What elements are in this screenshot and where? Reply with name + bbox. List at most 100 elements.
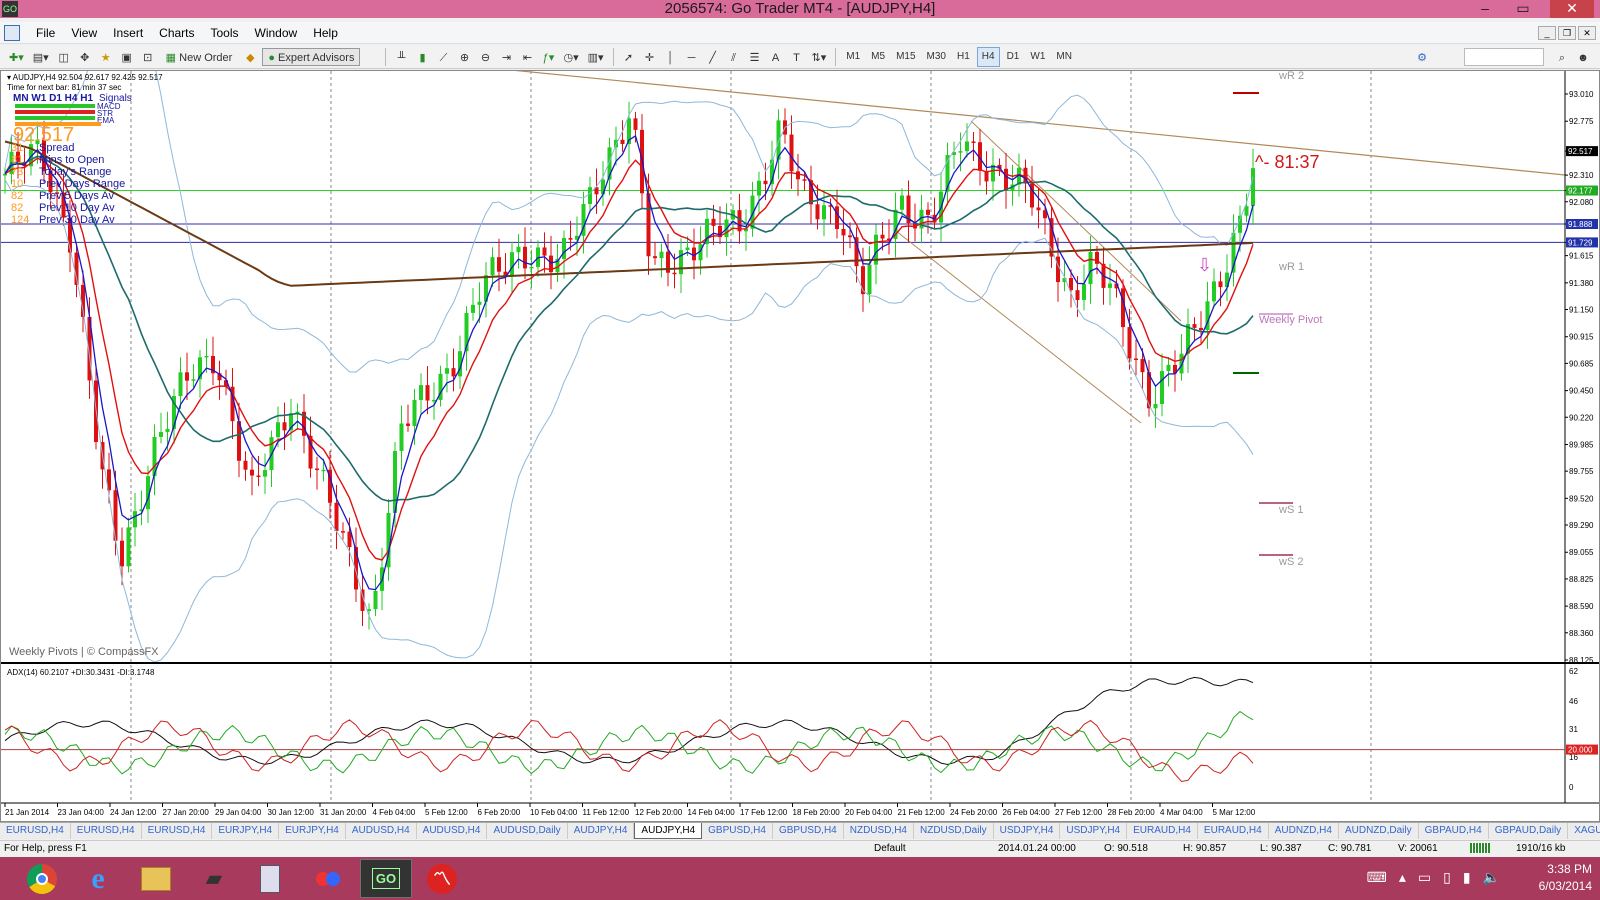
maximize-button[interactable]: ▭ bbox=[1508, 0, 1538, 18]
strategy-tester-icon[interactable]: ⊡ bbox=[139, 48, 157, 66]
terminal-icon[interactable]: ▣ bbox=[118, 48, 136, 66]
cursor-icon[interactable]: ➚ bbox=[620, 48, 638, 66]
periods-icon[interactable]: ◷▾ bbox=[560, 48, 581, 66]
clock[interactable]: 3:38 PM 6/03/2014 bbox=[1539, 861, 1592, 895]
network-icon[interactable]: ▮ bbox=[1463, 869, 1471, 886]
data-window-icon[interactable]: ✥ bbox=[76, 48, 94, 66]
new-chart-icon[interactable]: ✚▾ bbox=[6, 48, 27, 66]
timeframe-m15[interactable]: M15 bbox=[892, 48, 919, 66]
zoom-in-icon[interactable]: ⊕ bbox=[455, 48, 473, 66]
chart-tab[interactable]: NZDUSD,Daily bbox=[914, 823, 994, 839]
chart-tab[interactable]: EURJPY,H4 bbox=[212, 823, 280, 839]
chart-window-icon[interactable] bbox=[4, 25, 20, 41]
search-input[interactable] bbox=[1464, 47, 1544, 66]
menu-insert[interactable]: Insert bbox=[105, 22, 151, 44]
chart-tab[interactable]: EURAUD,H4 bbox=[1127, 823, 1198, 839]
menu-tools[interactable]: Tools bbox=[203, 22, 247, 44]
chart-tab[interactable]: GBPAUD,Daily bbox=[1489, 823, 1569, 839]
trendline-icon[interactable]: ╱ bbox=[704, 48, 722, 66]
chart-tab[interactable]: XAGUSD,H4 bbox=[1568, 823, 1600, 839]
chart-tab[interactable]: AUDUSD,H4 bbox=[417, 823, 488, 839]
chart-tab[interactable]: GBPUSD,H4 bbox=[773, 823, 844, 839]
menu-help[interactable]: Help bbox=[305, 22, 346, 44]
autoscroll-icon[interactable]: ⇥ bbox=[497, 48, 515, 66]
time-axis-label: 21 Jan 2014 bbox=[5, 808, 50, 817]
chart-tab[interactable]: EURUSD,H4 bbox=[71, 823, 142, 839]
go-trader-icon[interactable]: GO bbox=[360, 859, 412, 898]
tray-expand-icon[interactable]: ▴ bbox=[1399, 869, 1406, 886]
status-profile[interactable]: Default bbox=[874, 843, 906, 854]
templates-icon[interactable]: ▥▾ bbox=[585, 48, 607, 66]
timeframe-mn[interactable]: MN bbox=[1052, 48, 1076, 66]
volume-icon[interactable]: 🔈 bbox=[1483, 869, 1500, 886]
bar-chart-icon[interactable]: ╨ bbox=[392, 48, 410, 66]
zoom-out-icon[interactable]: ⊖ bbox=[476, 48, 494, 66]
timeframe-d1[interactable]: D1 bbox=[1003, 48, 1024, 66]
timeframe-m5[interactable]: M5 bbox=[867, 48, 889, 66]
horizontal-line-icon[interactable]: ─ bbox=[683, 48, 701, 66]
chart-tab[interactable]: AUDUSD,Daily bbox=[487, 823, 568, 839]
new-order-button[interactable]: ▦ New Order bbox=[160, 48, 239, 66]
menu-file[interactable]: File bbox=[28, 22, 63, 44]
menu-view[interactable]: View bbox=[63, 22, 105, 44]
chrome-icon[interactable] bbox=[16, 859, 68, 898]
chart-shift-icon[interactable]: ⇤ bbox=[518, 48, 536, 66]
channel-icon[interactable]: ⫽ bbox=[725, 48, 743, 66]
chart-tab[interactable]: AUDNZD,Daily bbox=[1339, 823, 1419, 839]
menu-charts[interactable]: Charts bbox=[151, 22, 202, 44]
mdi-close-button[interactable]: ✕ bbox=[1578, 26, 1596, 40]
price-chart[interactable]: wR 2 wR 1 Weekly Pivot wS 1 wS 2 ^- 81:37 ⇩ ▾ A… bbox=[1, 71, 1599, 821]
crosshair-icon[interactable]: ✛ bbox=[641, 48, 659, 66]
menu-window[interactable]: Window bbox=[247, 22, 306, 44]
vertical-line-icon[interactable]: │ bbox=[662, 48, 680, 66]
keyboard-icon[interactable]: ⌨ bbox=[1367, 869, 1387, 886]
calculator-icon[interactable] bbox=[244, 859, 296, 898]
chart-tab[interactable]: GBPAUD,H4 bbox=[1419, 823, 1489, 839]
timeframe-m30[interactable]: M30 bbox=[923, 48, 950, 66]
close-button[interactable]: ✕ bbox=[1550, 0, 1594, 18]
chart-tab[interactable]: EURUSD,H4 bbox=[0, 823, 71, 839]
fibonacci-icon[interactable]: ☰ bbox=[746, 48, 764, 66]
text-label-icon[interactable]: T bbox=[788, 48, 806, 66]
line-chart-icon[interactable]: ⟋ bbox=[434, 48, 452, 66]
chart-tab[interactable]: AUDUSD,H4 bbox=[346, 823, 417, 839]
printer-icon[interactable]: ▰ bbox=[188, 859, 240, 898]
profiles-icon[interactable]: ▤▾ bbox=[30, 48, 52, 66]
chart-area[interactable]: wR 2 wR 1 Weekly Pivot wS 1 wS 2 ^- 81:37 ⇩ ▾ A… bbox=[0, 70, 1600, 822]
minimize-button[interactable]: – bbox=[1470, 0, 1500, 18]
chart-tab[interactable]: AUDJPY,H4 bbox=[568, 823, 635, 839]
mdi-minimize-button[interactable]: _ bbox=[1538, 26, 1556, 40]
text-icon[interactable]: A bbox=[767, 48, 785, 66]
power-icon[interactable]: ▯ bbox=[1443, 869, 1451, 886]
timeframe-m1[interactable]: M1 bbox=[842, 48, 864, 66]
metaeditor-icon[interactable]: ◆ bbox=[241, 48, 259, 66]
settings-gear-icon[interactable]: ⚙ bbox=[1413, 48, 1431, 66]
timeframe-h4[interactable]: H4 bbox=[976, 46, 1000, 67]
action-center-icon[interactable]: ▭ bbox=[1418, 869, 1431, 886]
expert-advisors-button[interactable]: ● Expert Advisors bbox=[262, 47, 361, 66]
chart-tab[interactable]: EURUSD,H4 bbox=[142, 823, 213, 839]
chart-tab[interactable]: USDJPY,H4 bbox=[1060, 823, 1128, 839]
internet-explorer-icon[interactable]: e bbox=[72, 859, 124, 898]
chart-tab[interactable]: AUDNZD,H4 bbox=[1269, 823, 1339, 839]
timeframe-w1[interactable]: W1 bbox=[1026, 48, 1049, 66]
chart-tab[interactable]: USDJPY,H4 bbox=[994, 823, 1061, 839]
chart-tab[interactable]: GBPUSD,H4 bbox=[702, 823, 773, 839]
chart-tab[interactable]: AUDJPY,H4 bbox=[634, 823, 703, 839]
chart-tab[interactable]: NZDUSD,H4 bbox=[844, 823, 914, 839]
candlestick-icon[interactable]: ▮ bbox=[413, 48, 431, 66]
mdi-restore-button[interactable]: ❐ bbox=[1558, 26, 1576, 40]
search-icon[interactable]: ⌕ bbox=[1553, 48, 1571, 66]
trading-app-icon[interactable]: 〽 bbox=[416, 859, 468, 898]
community-icon[interactable]: ☻ bbox=[1574, 48, 1592, 66]
candle-body bbox=[620, 139, 625, 144]
market-watch-icon[interactable]: ◫ bbox=[55, 48, 73, 66]
indicators-icon[interactable]: ƒ▾ bbox=[539, 48, 557, 66]
chart-tab[interactable]: EURAUD,H4 bbox=[1198, 823, 1269, 839]
chart-tab[interactable]: EURJPY,H4 bbox=[279, 823, 346, 839]
navigator-icon[interactable]: ★ bbox=[97, 48, 115, 66]
timeframe-h1[interactable]: H1 bbox=[953, 48, 974, 66]
arrows-icon[interactable]: ⇅▾ bbox=[809, 48, 830, 66]
file-explorer-icon[interactable] bbox=[130, 859, 182, 898]
screen-capture-icon[interactable] bbox=[302, 859, 354, 898]
